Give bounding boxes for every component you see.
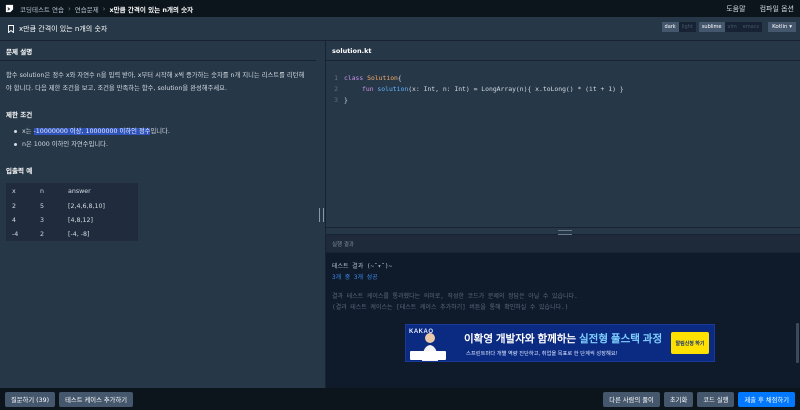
result-pass-count: 3개 중 3개 성공 (332, 274, 378, 281)
code-keyword: fun (362, 84, 374, 93)
action-footer: 질문하기 (39) 테스트 케이스 추가하기 다른 사람의 풀이 초기화 코드 … (0, 388, 800, 410)
line-number: 2 (334, 84, 338, 93)
ad-subtitle: 스프린트마다 개별 역량 진단하고, 취업을 목표로 한 단계씩 성장해요! (466, 351, 618, 357)
theme-light-option[interactable]: light (678, 22, 696, 32)
constraint-highlight: -10000000 이상, 10000000 이하인 정수 (33, 128, 151, 135)
code-line: 1 class Solution { (326, 72, 800, 83)
breadcrumb-separator: › (102, 4, 106, 13)
run-code-button[interactable]: 코드 실행 (697, 391, 735, 407)
constraints-heading: 제한 조건 (6, 111, 33, 119)
help-link[interactable]: 도움말 (726, 4, 745, 14)
code-editor[interactable]: 1 class Solution { 2 fun solution (x: Int… (326, 61, 800, 227)
constraint-item: x는 -10000000 이상, 10000000 이하인 정수입니다. (14, 125, 316, 138)
panel-resize-handle[interactable] (319, 208, 324, 222)
problem-panel: 문제 설명 함수 solution은 정수 x와 자연수 n을 입력 받아, x… (0, 41, 316, 388)
others-solutions-button[interactable]: 다른 사람의 풀이 (603, 391, 660, 407)
add-test-case-button[interactable]: 테스트 케이스 추가하기 (59, 391, 134, 407)
result-note: 결과 테스트 케이스를 통과했다는 의미로, 작성한 코드가 문제의 정답은 아… (332, 293, 578, 300)
column-header: x (12, 187, 16, 195)
code-text: { (397, 73, 402, 82)
constraint-text: x는 (22, 128, 34, 135)
theme-toggle: dark light (661, 22, 696, 32)
ad-title-accent: 실전형 풀스택 과정 (579, 333, 663, 345)
table-row: 4 3 [4,8,12] (6, 213, 138, 227)
ad-title-text: 이확영 개발자와 함께하는 (464, 333, 580, 345)
line-number: 1 (334, 73, 338, 82)
breadcrumb-coding-test[interactable]: 코딩테스트 연습 (20, 4, 64, 14)
constraints-list: x는 -10000000 이상, 10000000 이하인 정수입니다. n은 … (0, 119, 316, 151)
bookmark-icon[interactable] (8, 24, 14, 33)
ad-name-card (410, 351, 446, 360)
table-cell: 5 (40, 202, 45, 210)
problem-title-bar: x만큼 간격이 있는 n개의 숫자 dark light sublime vim… (0, 17, 800, 41)
constraint-item: n은 1000 이하인 자연수입니다. (14, 138, 316, 151)
table-cell: 2 (40, 230, 45, 238)
table-cell: [4,8,12] (68, 216, 93, 224)
advertisement-banner[interactable]: KAKAO 이확영 개발자와 함께하는 실전형 풀스택 과정 스프린트마다 개별… (405, 324, 715, 362)
table-header-row: x n answer (6, 183, 138, 199)
ask-question-button[interactable]: 질문하기 (39) (5, 391, 56, 407)
table-cell: -4 (12, 230, 19, 238)
code-text: } (344, 95, 348, 104)
keymap-vim-option[interactable]: vim (724, 22, 740, 32)
top-navigation-bar: 코딩테스트 연습 › 연습문제 › x만큼 간격이 있는 n개의 숫자 도움말 … (0, 0, 800, 17)
breadcrumb-current: x만큼 간격이 있는 n개의 숫자 (109, 5, 194, 14)
io-example-heading: 입출력 예 (6, 167, 33, 175)
editor-result-resize-handle[interactable] (326, 227, 800, 235)
code-class-name: Solution (367, 73, 398, 82)
code-text: (x: Int, n: Int) = LongArray(n){ x.toLon… (408, 84, 624, 93)
result-scrollbar[interactable] (796, 323, 799, 363)
editor-panel: solution.kt 1 class Solution { 2 fun sol… (326, 41, 800, 388)
problem-description: 함수 solution은 정수 x와 자연수 n을 입력 받아, x부터 시작해… (6, 72, 305, 92)
table-row: -4 2 [-4, -8] (6, 227, 138, 241)
line-number: 3 (334, 95, 338, 104)
code-line: 3 } (326, 94, 800, 105)
theme-dark-option[interactable]: dark (661, 22, 679, 32)
programmers-logo-icon[interactable] (5, 4, 14, 13)
column-header: n (40, 187, 44, 195)
problem-title: x만큼 간격이 있는 n개의 숫자 (19, 24, 108, 33)
result-title: 테스트 결과 (~˘▾˘)~ (332, 263, 393, 270)
breadcrumb-practice[interactable]: 연습문제 (75, 4, 99, 14)
table-cell: 3 (40, 216, 45, 224)
result-header: 실행 결과 (326, 235, 800, 253)
result-console: 테스트 결과 (~˘▾˘)~ 3개 중 3개 성공 결과 테스트 케이스를 통과… (326, 253, 800, 388)
code-keyword: class (344, 73, 364, 82)
keymap-toggle: sublime vim emacs (698, 22, 763, 32)
table-cell: 4 (12, 216, 17, 224)
constraint-text: 입니다. (150, 128, 170, 135)
column-header: answer (68, 187, 91, 195)
submit-button[interactable]: 제출 후 채점하기 (738, 391, 795, 407)
code-line: 2 fun solution (x: Int, n: Int) = LongArr… (326, 83, 800, 94)
breadcrumb-separator: › (67, 4, 71, 13)
problem-description-header: 문제 설명 (0, 41, 316, 61)
reset-button[interactable]: 초기화 (663, 391, 694, 407)
ad-title: 이확영 개발자와 함께하는 실전형 풀스택 과정 (464, 331, 662, 346)
compiler-options-link[interactable]: 컴파일 옵션 (760, 4, 794, 14)
language-select[interactable]: Kotlin ▾ (768, 22, 796, 32)
table-cell: [-4, -8] (68, 230, 90, 238)
code-function-name: solution (377, 84, 409, 93)
table-cell: 2 (12, 202, 17, 210)
table-cell: [2,4,6,8,10] (68, 202, 105, 210)
result-note: (결과 테스트 케이스는 [테스트 케이스 추가하기] 버튼을 통해 확인하실 … (332, 304, 569, 311)
table-row: 2 5 [2,4,6,8,10] (6, 199, 138, 213)
keymap-emacs-option[interactable]: emacs (739, 22, 763, 32)
keymap-sublime-option[interactable]: sublime (698, 22, 725, 32)
io-example-table: x n answer 2 5 [2,4,6,8,10] 4 3 [4,8,12]… (6, 183, 138, 241)
editor-filename: solution.kt (326, 41, 800, 61)
ad-notify-button[interactable]: 알림신청 하기 (671, 332, 709, 354)
